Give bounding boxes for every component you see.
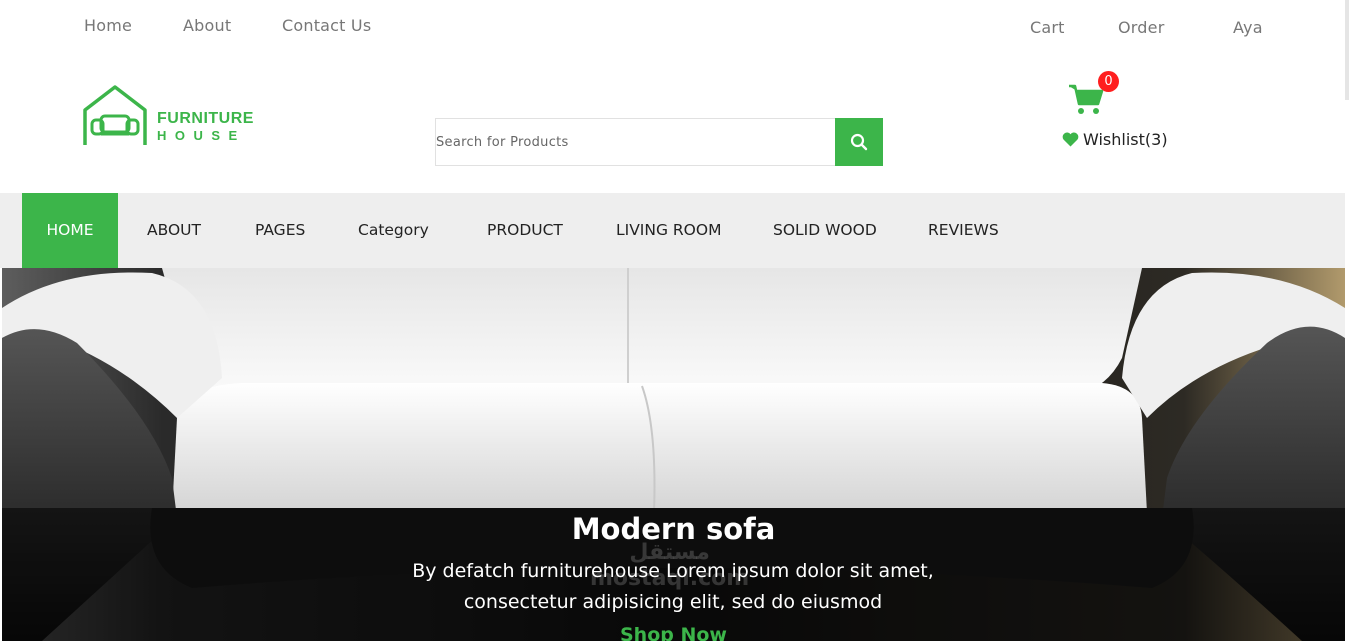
wishlist-label: Wishlist(3) [1083,130,1168,149]
cart-icon [1069,84,1104,114]
nav-item-home[interactable]: HOME [22,193,118,268]
top-link-user-aya[interactable]: Aya [1233,18,1263,37]
watermark-line-2: mostaql.com [590,566,750,591]
nav-item-pages[interactable]: PAGES [255,193,305,268]
search-bar [435,118,883,166]
search-input[interactable] [436,119,835,165]
scrollbar[interactable] [1345,0,1349,100]
logo-line-2: HOUSE [157,128,246,143]
watermark-line-1: مستقل [629,540,710,565]
top-link-order[interactable]: Order [1118,18,1164,37]
nav-item-about[interactable]: ABOUT [147,193,201,268]
search-icon [850,133,868,151]
main-nav: HOME ABOUT PAGES Category PRODUCT LIVING… [0,193,1345,268]
nav-item-category[interactable]: Category [358,193,429,268]
watermark: مستقل mostaql.com [590,540,749,592]
cart-count-badge: 0 [1098,71,1119,92]
heart-icon [1062,132,1079,147]
wishlist-link[interactable]: Wishlist(3) [1062,130,1168,149]
shop-now-link[interactable]: Shop Now [2,624,1345,641]
house-logo-icon [83,85,147,145]
nav-item-living-room[interactable]: LIVING ROOM [616,193,721,268]
nav-item-reviews[interactable]: REVIEWS [928,193,999,268]
top-link-cart[interactable]: Cart [1030,18,1065,37]
logo[interactable]: FURNITURE HOUSE [82,84,272,148]
top-link-about[interactable]: About [183,16,231,35]
top-link-home[interactable]: Home [84,16,132,35]
logo-text: FURNITURE HOUSE [157,110,254,144]
nav-item-solid-wood[interactable]: SOLID WOOD [773,193,877,268]
logo-line-1: FURNITURE [157,110,254,127]
top-link-contact-us[interactable]: Contact Us [282,16,371,35]
search-button[interactable] [835,118,883,166]
nav-item-product[interactable]: PRODUCT [487,193,563,268]
top-bar: Home About Contact Us Cart Order Aya [0,0,1349,100]
